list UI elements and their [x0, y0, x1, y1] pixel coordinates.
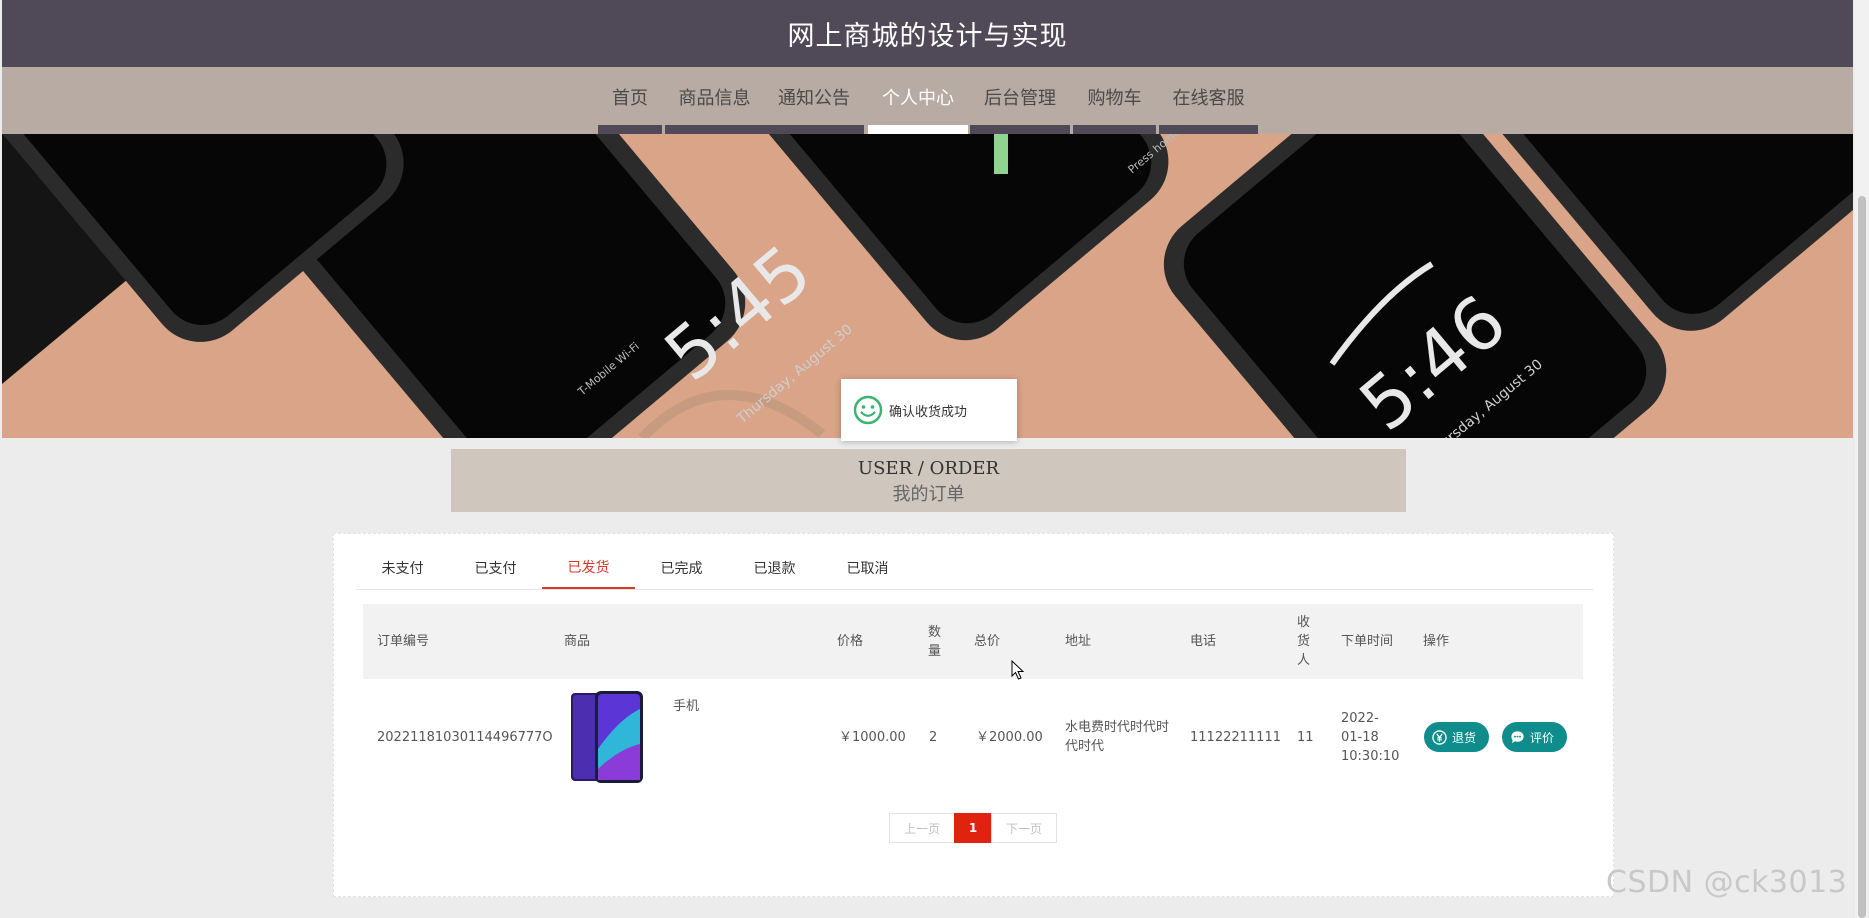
nav-item-admin[interactable]: 后台管理	[970, 67, 1070, 134]
prev-page-button[interactable]: 上一页	[889, 813, 955, 843]
toast-notification: 确认收货成功	[841, 379, 1017, 441]
orders-card: 未支付 已支付 已发货 已完成 已退款 已取消 订单编号 商品 价格 数量 总价…	[333, 533, 1614, 897]
receiver: 11	[1297, 729, 1314, 745]
order-status-tabs: 未支付 已支付 已发货 已完成 已退款 已取消	[356, 547, 1593, 590]
th-address: 地址	[1065, 634, 1092, 649]
product-name[interactable]: 手机	[673, 695, 699, 714]
tab-shipped[interactable]: 已发货	[542, 547, 635, 589]
quantity: 2	[929, 729, 938, 745]
total-price: ￥2000.00	[976, 729, 1043, 745]
th-phone: 电话	[1190, 634, 1217, 649]
tab-cancelled[interactable]: 已取消	[821, 547, 914, 589]
th-product: 商品	[564, 634, 591, 649]
next-page-button[interactable]: 下一页	[991, 813, 1057, 843]
scrollbar-thumb[interactable]	[1858, 196, 1866, 918]
chat-bubble-icon	[1511, 730, 1524, 743]
table-row: 20221181030114496777O 手机 ￥1000.00 2 ￥200…	[363, 679, 1583, 795]
nav-item-notices[interactable]: 通知公告	[764, 67, 864, 134]
order-no: 20221181030114496777O	[377, 729, 553, 745]
main-nav: 首页 商品信息 通知公告 个人中心 后台管理 购物车 在线客服	[2, 67, 1853, 134]
th-actions: 操作	[1423, 634, 1450, 649]
review-button[interactable]: 评价	[1502, 722, 1567, 752]
watermark: CSDN @ck3013	[1606, 865, 1848, 900]
section-title-en: USER / ORDER	[857, 458, 1000, 479]
toast-message: 确认收货成功	[889, 404, 968, 420]
page-scrollbar[interactable]	[1855, 0, 1869, 918]
nav-item-cart[interactable]: 购物车	[1073, 67, 1156, 134]
th-total: 总价	[974, 634, 1001, 649]
tab-paid[interactable]: 已支付	[449, 547, 542, 589]
tab-refunded[interactable]: 已退款	[728, 547, 821, 589]
yen-icon	[1432, 729, 1447, 745]
nav-item-user-center[interactable]: 个人中心	[868, 67, 968, 134]
smile-icon	[853, 395, 883, 425]
site-title: 网上商城的设计与实现	[787, 21, 1068, 52]
site-header: 网上商城的设计与实现	[2, 0, 1853, 67]
th-order-no: 订单编号	[377, 634, 430, 649]
tab-unpaid[interactable]: 未支付	[356, 547, 449, 589]
address: 水电费时代时代时代时代	[1065, 720, 1170, 754]
price: ￥1000.00	[839, 729, 906, 745]
nav-item-home[interactable]: 首页	[598, 67, 662, 134]
th-qty: 数量	[928, 624, 942, 659]
th-price: 价格	[837, 634, 864, 649]
section-title: USER / ORDER 我的订单	[451, 449, 1406, 512]
th-order-time: 下单时间	[1341, 634, 1394, 649]
refund-button[interactable]: 退货	[1424, 722, 1489, 752]
product-thumbnail[interactable]	[569, 689, 645, 785]
mouse-cursor-icon	[1011, 660, 1025, 680]
nav-item-online-service[interactable]: 在线客服	[1159, 67, 1258, 134]
order-time: 2022-01-18 10:30:10	[1341, 710, 1400, 764]
tab-completed[interactable]: 已完成	[635, 547, 728, 589]
orders-table-header: 订单编号 商品 价格 数量 总价 地址 电话 收货人 下单时间 操作	[363, 604, 1583, 679]
phone: 11122211111	[1190, 729, 1281, 745]
section-title-cn: 我的订单	[892, 484, 965, 505]
th-receiver: 收货人	[1297, 615, 1311, 668]
page-1-button[interactable]: 1	[954, 813, 992, 843]
nav-item-products[interactable]: 商品信息	[665, 67, 764, 134]
